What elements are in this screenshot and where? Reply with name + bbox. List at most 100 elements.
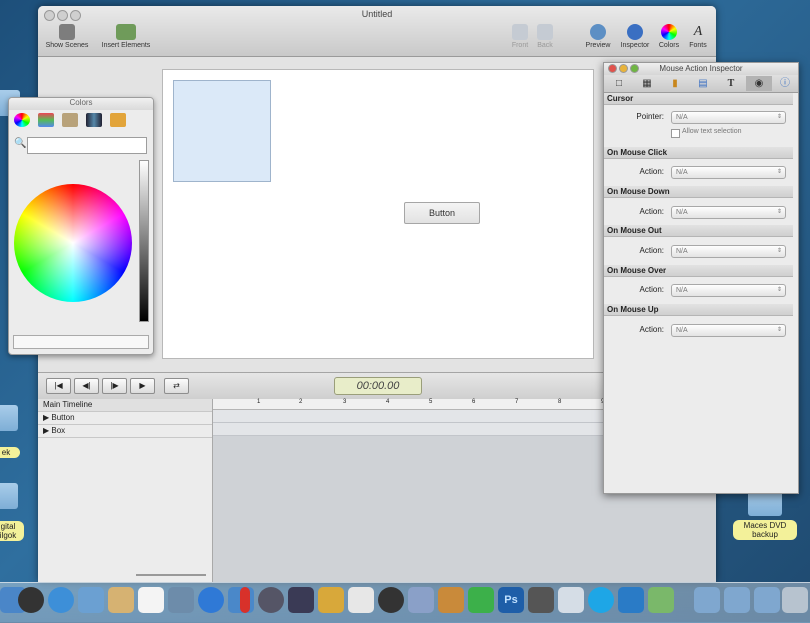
preview-button[interactable]: Preview bbox=[584, 24, 612, 54]
updown-arrow-icon: ⇕ bbox=[776, 248, 782, 254]
timeline-layers: Main Timeline ▶ Button ▶ Box bbox=[38, 399, 213, 582]
itunes-icon[interactable] bbox=[198, 587, 224, 613]
colors-button[interactable]: Colors bbox=[656, 24, 682, 54]
preview-label: Preview bbox=[585, 42, 611, 49]
cursor-section-header: Cursor bbox=[604, 93, 793, 105]
preview-icon bbox=[590, 24, 606, 40]
color-sliders-tab-icon[interactable] bbox=[38, 113, 54, 127]
time-machine-icon[interactable] bbox=[258, 587, 284, 613]
close-button[interactable] bbox=[608, 64, 617, 73]
folder-icon[interactable] bbox=[724, 587, 750, 613]
app-icon[interactable] bbox=[240, 587, 250, 613]
mouse-over-action-select[interactable]: N/A ⇕ bbox=[671, 284, 786, 297]
action-value: N/A bbox=[676, 169, 688, 176]
zoom-slider[interactable] bbox=[136, 574, 206, 576]
insert-elements-button[interactable]: Insert Elements bbox=[96, 24, 156, 54]
desktop-folder-label[interactable]: gital ilgok bbox=[0, 521, 24, 541]
scene-tab-icon[interactable]: ▦ bbox=[634, 76, 660, 91]
color-palettes-tab-icon[interactable] bbox=[62, 113, 78, 127]
document-tab-icon[interactable]: □ bbox=[606, 76, 632, 91]
go-to-start-button[interactable]: |◀ bbox=[46, 378, 71, 394]
color-swatches[interactable] bbox=[13, 335, 149, 349]
app-icon[interactable] bbox=[468, 587, 494, 613]
info-tab-icon[interactable]: ⓘ bbox=[772, 76, 798, 91]
app-icon[interactable] bbox=[318, 587, 344, 613]
timeline-header-label: Main Timeline bbox=[43, 400, 93, 409]
insert-elements-label: Insert Elements bbox=[101, 42, 151, 49]
dashboard-icon[interactable] bbox=[18, 587, 44, 613]
disclosure-triangle-icon[interactable]: ▶ bbox=[38, 426, 49, 435]
desktop-folder-icon[interactable] bbox=[0, 483, 18, 509]
metrics-tab-icon[interactable]: ▤ bbox=[690, 76, 716, 91]
app-icon[interactable] bbox=[438, 587, 464, 613]
box-element[interactable] bbox=[173, 80, 271, 182]
dvd-player-icon[interactable] bbox=[378, 587, 404, 613]
front-button[interactable]: Front bbox=[508, 24, 532, 54]
calendar-icon[interactable] bbox=[138, 587, 164, 613]
properties-tab-icon[interactable]: ▮ bbox=[662, 76, 688, 91]
skype-icon[interactable] bbox=[588, 587, 614, 613]
updown-arrow-icon: ⇕ bbox=[776, 209, 782, 215]
action-label: Action: bbox=[639, 246, 664, 255]
mouse-actions-tab-icon[interactable]: ◉ bbox=[746, 76, 772, 91]
desktop-folder-icon[interactable] bbox=[0, 405, 18, 431]
download-icon[interactable] bbox=[558, 587, 584, 613]
updown-arrow-icon: ⇕ bbox=[776, 327, 782, 333]
notes-icon[interactable] bbox=[108, 587, 134, 613]
mouse-down-action-select[interactable]: N/A ⇕ bbox=[671, 206, 786, 219]
brightness-slider[interactable] bbox=[139, 160, 149, 322]
trash-icon[interactable] bbox=[782, 587, 808, 613]
dvd-folder-label[interactable]: Maces DVD backup bbox=[733, 520, 797, 540]
mouse-over-section-header: On Mouse Over bbox=[604, 265, 793, 277]
timecode-display: 00:00.00 bbox=[334, 377, 422, 395]
search-icon: 🔍 bbox=[14, 138, 27, 149]
text-tab-icon[interactable]: T bbox=[718, 76, 744, 91]
app-icon[interactable] bbox=[408, 587, 434, 613]
color-search-input[interactable] bbox=[27, 137, 147, 154]
stage-button[interactable]: Button bbox=[404, 202, 480, 224]
mouse-up-action-select[interactable]: N/A ⇕ bbox=[671, 324, 786, 337]
show-scenes-label: Show Scenes bbox=[45, 42, 89, 49]
twitter-icon[interactable] bbox=[618, 587, 644, 613]
updown-arrow-icon: ⇕ bbox=[776, 114, 782, 120]
folder-icon[interactable] bbox=[694, 587, 720, 613]
zoom-button[interactable] bbox=[630, 64, 639, 73]
allow-text-selection-label: Allow text selection bbox=[682, 128, 742, 135]
color-wheel[interactable] bbox=[14, 184, 132, 302]
back-button[interactable]: Back bbox=[534, 24, 556, 54]
app-icon[interactable] bbox=[648, 587, 674, 613]
show-scenes-button[interactable]: Show Scenes bbox=[44, 24, 90, 54]
desktop-folder-label[interactable]: ek bbox=[0, 447, 20, 458]
mouse-out-action-select[interactable]: N/A ⇕ bbox=[671, 245, 786, 258]
loop-button[interactable]: ⇄ bbox=[164, 378, 189, 394]
fonts-button[interactable]: A Fonts bbox=[686, 24, 710, 54]
mouse-click-action-select[interactable]: N/A ⇕ bbox=[671, 166, 786, 179]
inspector-button[interactable]: Inspector bbox=[618, 24, 652, 54]
photoshop-icon[interactable]: Ps bbox=[498, 587, 524, 613]
pointer-select[interactable]: N/A ⇕ bbox=[671, 111, 786, 124]
photo-icon[interactable] bbox=[78, 587, 104, 613]
ruler-tick: 4 bbox=[386, 399, 390, 405]
timeline-row[interactable]: ▶ Button bbox=[38, 412, 212, 425]
play-button[interactable]: ▶ bbox=[130, 378, 155, 394]
disclosure-triangle-icon[interactable]: ▶ bbox=[38, 413, 49, 422]
minimize-button[interactable] bbox=[619, 64, 628, 73]
final-cut-icon[interactable] bbox=[288, 587, 314, 613]
safari-icon[interactable] bbox=[48, 587, 74, 613]
dock: Ps bbox=[0, 582, 810, 623]
preview-app-icon[interactable] bbox=[168, 587, 194, 613]
app-icon[interactable] bbox=[528, 587, 554, 613]
ruler-tick: 6 bbox=[472, 399, 476, 405]
image-palettes-tab-icon[interactable] bbox=[86, 113, 102, 127]
timeline-row[interactable]: ▶ Box bbox=[38, 425, 212, 438]
app-icon[interactable] bbox=[348, 587, 374, 613]
stage[interactable]: Button bbox=[162, 69, 594, 359]
step-forward-button[interactable]: |▶ bbox=[102, 378, 127, 394]
allow-text-selection-checkbox[interactable] bbox=[671, 129, 680, 138]
timeline-header[interactable]: Main Timeline bbox=[38, 399, 212, 412]
step-back-button[interactable]: ◀| bbox=[74, 378, 99, 394]
folder-icon[interactable] bbox=[754, 587, 780, 613]
action-value: N/A bbox=[676, 287, 688, 294]
color-wheel-tab-icon[interactable] bbox=[14, 113, 30, 127]
crayons-tab-icon[interactable] bbox=[110, 113, 126, 127]
